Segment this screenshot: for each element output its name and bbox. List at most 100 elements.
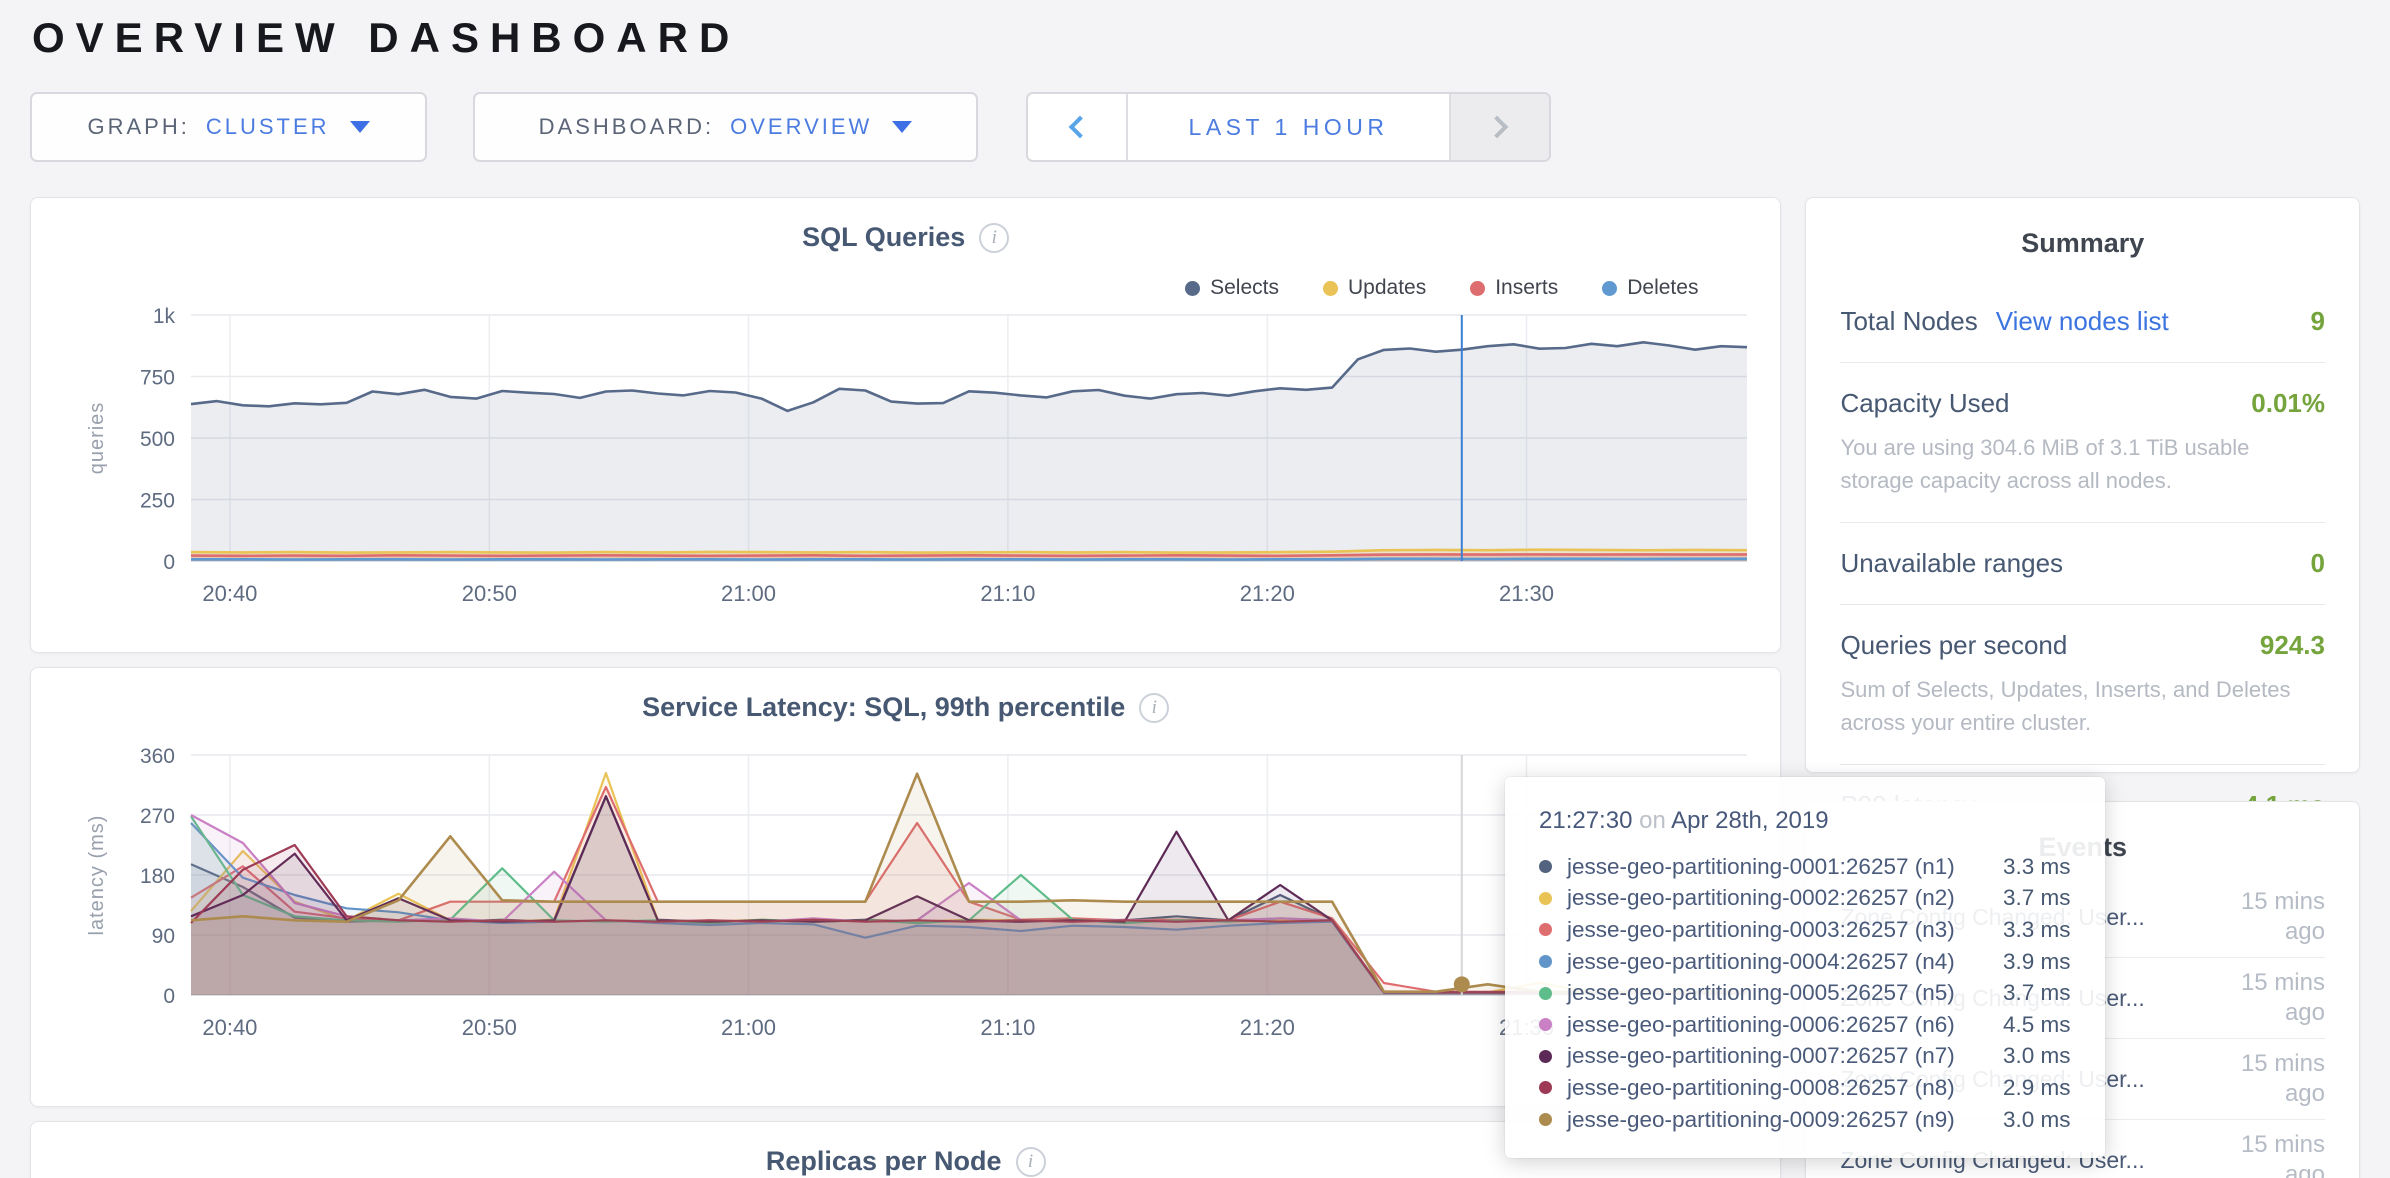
event-time: 15 mins ago: [2195, 887, 2325, 947]
tooltip-node-row: jesse-geo-partitioning-0009:26257 (n9)3.…: [1539, 1104, 2105, 1136]
chart-title: Service Latency: SQL, 99th percentile: [642, 692, 1125, 722]
node-latency-value: 3.3 ms: [2003, 917, 2071, 943]
total-nodes-label: Total Nodes: [1840, 306, 1977, 337]
info-icon[interactable]: i: [979, 223, 1009, 253]
legend-item[interactable]: Inserts: [1470, 276, 1558, 300]
svg-text:20:50: 20:50: [462, 1015, 517, 1040]
legend-item[interactable]: Updates: [1323, 276, 1426, 300]
tooltip-node-row: jesse-geo-partitioning-0007:26257 (n7)3.…: [1539, 1041, 2105, 1073]
node-latency-value: 4.5 ms: [2003, 1012, 2071, 1038]
event-time: 15 mins ago: [2195, 1049, 2325, 1109]
node-color-dot-icon: [1539, 1018, 1552, 1031]
chart-title: Replicas per Node: [766, 1146, 1002, 1176]
summary-row-unavailable-ranges: Unavailable ranges 0: [1840, 523, 2325, 605]
svg-text:250: 250: [140, 490, 175, 513]
sql-queries-chart-card: SQL Queries i Selects Updates Inserts Delete…: [30, 197, 1781, 653]
node-color-dot-icon: [1539, 955, 1552, 968]
time-prev-button[interactable]: [1028, 94, 1128, 160]
node-color-dot-icon: [1539, 923, 1552, 936]
legend-dot-icon: [1602, 281, 1617, 296]
queries-per-second-description: Sum of Selects, Updates, Inserts, and De…: [1840, 673, 2325, 739]
info-icon[interactable]: i: [1016, 1147, 1046, 1177]
svg-text:queries: queries: [86, 402, 108, 475]
svg-text:750: 750: [140, 367, 175, 390]
tooltip-timestamp: 21:27:30 on Apr 28th, 2019: [1539, 807, 2105, 835]
tooltip-node-row: jesse-geo-partitioning-0006:26257 (n6)4.…: [1539, 1009, 2105, 1041]
legend-item[interactable]: Selects: [1185, 276, 1279, 300]
legend-dot-icon: [1185, 281, 1200, 296]
node-latency-value: 3.3 ms: [2003, 854, 2071, 880]
node-color-dot-icon: [1539, 1081, 1552, 1094]
dashboard-dropdown-label: DASHBOARD:: [539, 114, 714, 140]
svg-text:21:30: 21:30: [1499, 581, 1554, 606]
summary-panel: Summary Total Nodes View nodes list 9 Ca…: [1805, 197, 2360, 773]
svg-text:90: 90: [152, 925, 175, 948]
capacity-used-description: You are using 304.6 MiB of 3.1 TiB usabl…: [1840, 431, 2325, 497]
sql-queries-legend: Selects Updates Inserts Deletes: [1185, 276, 1698, 300]
node-name: jesse-geo-partitioning-0009:26257 (n9): [1567, 1107, 2003, 1133]
node-color-dot-icon: [1539, 987, 1552, 1000]
summary-title: Summary: [1840, 228, 2325, 259]
tooltip-rows: jesse-geo-partitioning-0001:26257 (n1)3.…: [1539, 851, 2105, 1135]
sql-queries-chart[interactable]: 20:4020:5021:0021:1021:2021:300250500750…: [57, 301, 1757, 657]
controls-bar: GRAPH: CLUSTER DASHBOARD: OVERVIEW LAST …: [30, 92, 2390, 162]
svg-text:21:10: 21:10: [980, 1015, 1035, 1040]
event-time: 15 mins ago: [2195, 968, 2325, 1028]
legend-label: Selects: [1210, 276, 1279, 300]
time-range-label[interactable]: LAST 1 HOUR: [1128, 94, 1449, 160]
legend-dot-icon: [1323, 281, 1338, 296]
tooltip-time: 21:27:30: [1539, 807, 1632, 834]
service-latency-chart[interactable]: 20:4020:5021:0021:1021:2021:300901802703…: [57, 741, 1757, 1081]
legend-label: Inserts: [1495, 276, 1558, 300]
queries-per-second-label: Queries per second: [1840, 630, 2067, 661]
capacity-used-value: 0.01%: [2251, 388, 2325, 419]
node-latency-value: 3.0 ms: [2003, 1043, 2071, 1069]
info-icon[interactable]: i: [1139, 693, 1169, 723]
node-latency-value: 3.7 ms: [2003, 980, 2071, 1006]
time-window-selector: LAST 1 HOUR: [1026, 92, 1551, 162]
graph-dropdown[interactable]: GRAPH: CLUSTER: [30, 92, 427, 162]
legend-label: Deletes: [1627, 276, 1698, 300]
overview-dashboard-page: OVERVIEW DASHBOARD GRAPH: CLUSTER DASHBO…: [0, 0, 2390, 1178]
node-name: jesse-geo-partitioning-0003:26257 (n3): [1567, 917, 2003, 943]
summary-row-capacity: Capacity Used 0.01% You are using 304.6 …: [1840, 363, 2325, 523]
dashboard-dropdown[interactable]: DASHBOARD: OVERVIEW: [473, 92, 978, 162]
tooltip-node-row: jesse-geo-partitioning-0002:26257 (n2)3.…: [1539, 883, 2105, 915]
svg-text:21:00: 21:00: [721, 581, 776, 606]
event-time: 15 mins ago: [2195, 1130, 2325, 1178]
svg-text:21:20: 21:20: [1240, 581, 1295, 606]
queries-per-second-value: 924.3: [2260, 630, 2325, 661]
chart-header: SQL Queries i: [31, 198, 1780, 253]
legend-dot-icon: [1470, 281, 1485, 296]
legend-item[interactable]: Deletes: [1602, 276, 1698, 300]
node-color-dot-icon: [1539, 1113, 1552, 1126]
node-latency-value: 3.0 ms: [2003, 1107, 2071, 1133]
node-name: jesse-geo-partitioning-0006:26257 (n6): [1567, 1012, 2003, 1038]
tooltip-node-row: jesse-geo-partitioning-0004:26257 (n4)3.…: [1539, 946, 2105, 978]
node-color-dot-icon: [1539, 892, 1552, 905]
summary-row-total-nodes: Total Nodes View nodes list 9: [1840, 281, 2325, 363]
node-color-dot-icon: [1539, 860, 1552, 873]
tooltip-date: Apr 28th, 2019: [1671, 807, 1828, 834]
chart-header: Service Latency: SQL, 99th percentile i: [31, 668, 1780, 723]
tooltip-node-row: jesse-geo-partitioning-0008:26257 (n8)2.…: [1539, 1072, 2105, 1104]
node-latency-value: 2.9 ms: [2003, 1075, 2071, 1101]
node-name: jesse-geo-partitioning-0002:26257 (n2): [1567, 885, 2003, 911]
node-name: jesse-geo-partitioning-0008:26257 (n8): [1567, 1075, 2003, 1101]
svg-text:21:00: 21:00: [721, 1015, 776, 1040]
unavailable-ranges-value: 0: [2311, 548, 2325, 579]
time-next-button[interactable]: [1449, 94, 1549, 160]
chart-title: SQL Queries: [802, 222, 965, 252]
svg-text:20:50: 20:50: [462, 581, 517, 606]
svg-text:21:20: 21:20: [1240, 1015, 1295, 1040]
dashboard-dropdown-value: OVERVIEW: [730, 114, 872, 140]
node-latency-value: 3.9 ms: [2003, 949, 2071, 975]
chevron-down-icon: [892, 121, 912, 133]
node-name: jesse-geo-partitioning-0007:26257 (n7): [1567, 1043, 2003, 1069]
total-nodes-value: 9: [2311, 306, 2325, 337]
svg-text:20:40: 20:40: [202, 581, 257, 606]
unavailable-ranges-label: Unavailable ranges: [1840, 548, 2063, 579]
node-latency-value: 3.7 ms: [2003, 885, 2071, 911]
view-nodes-list-link[interactable]: View nodes list: [1996, 306, 2169, 337]
node-color-dot-icon: [1539, 1050, 1552, 1063]
